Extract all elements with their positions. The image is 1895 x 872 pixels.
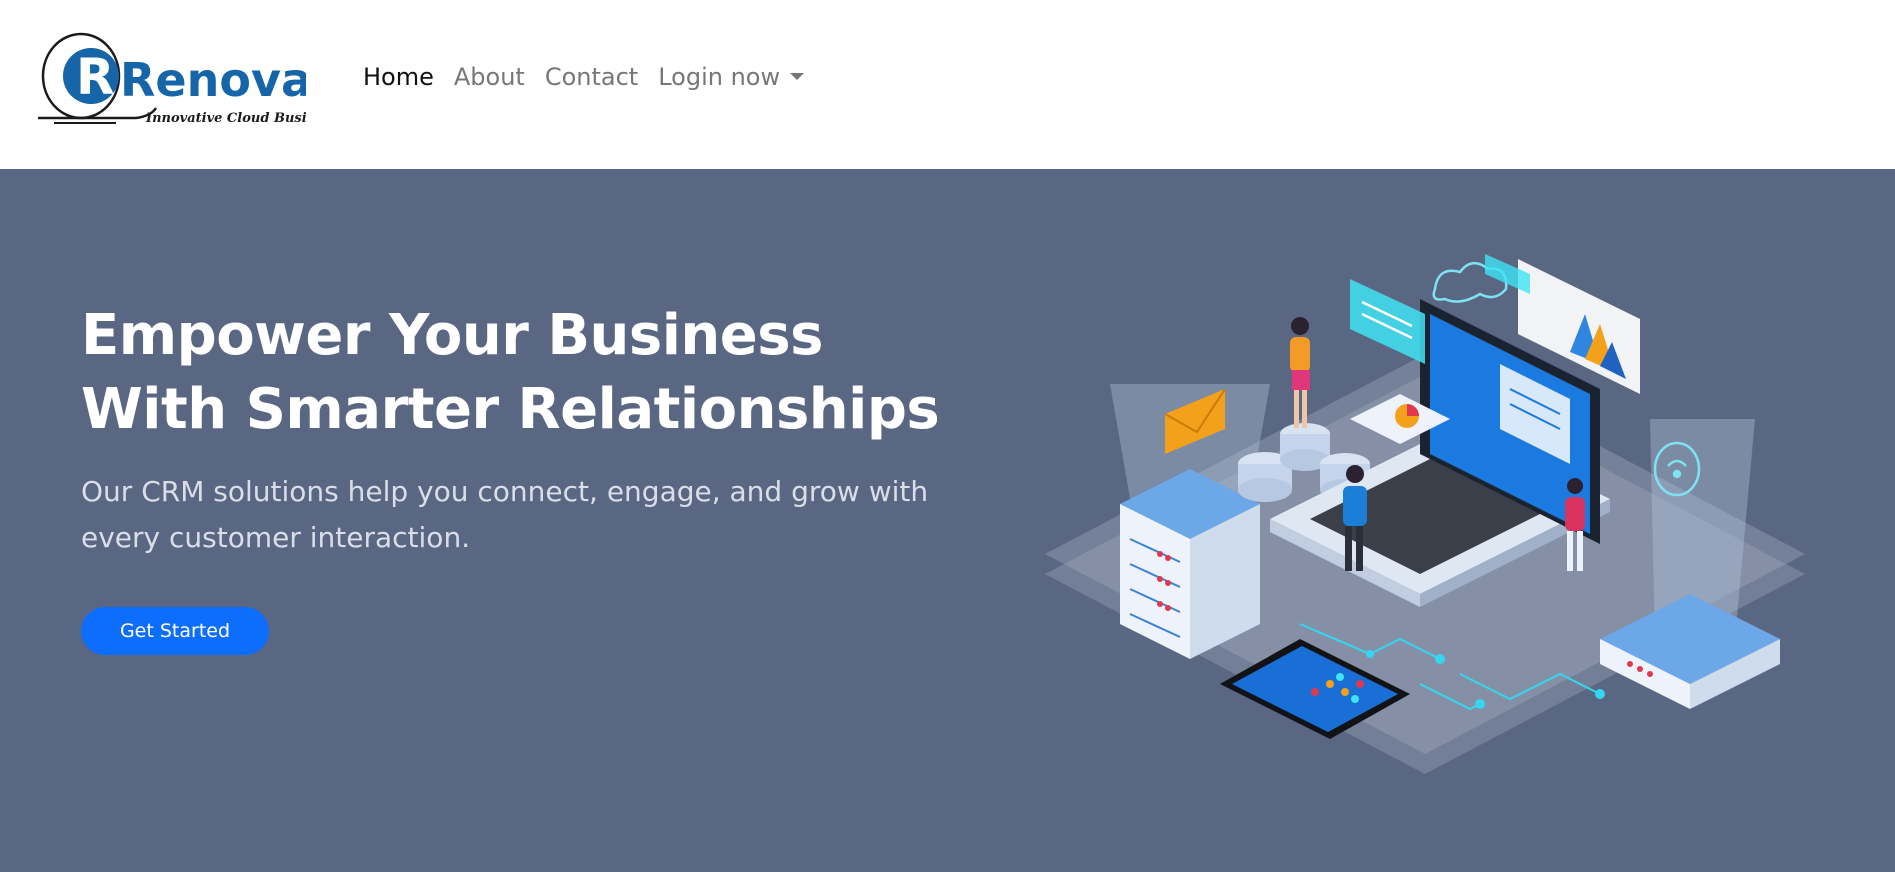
hero-section: Empower Your Business With Smarter Relat… [0, 169, 1895, 872]
navbar: R Renova Innovative Cloud Business Home … [0, 0, 1895, 169]
logo-tagline: Innovative Cloud Business [145, 111, 306, 126]
main-nav: Home About Contact Login now [363, 63, 824, 91]
chevron-down-icon [790, 72, 805, 80]
isometric-cloud-crm-illustration [1045, 254, 1805, 774]
hero-subtitle: Our CRM solutions help you connect, enga… [81, 475, 929, 554]
hero-title: Empower Your Business With Smarter Relat… [81, 299, 940, 447]
nav-contact-link[interactable]: Contact [545, 63, 638, 91]
logo-wordmark: Renova [120, 53, 306, 107]
hero-title-line-1: Empower Your Business [81, 303, 823, 368]
logo-letter: R [76, 48, 115, 106]
server-rack-icon [1120, 469, 1260, 659]
nav-about-link[interactable]: About [454, 63, 525, 91]
hero-title-line-2: With Smarter Relationships [81, 377, 940, 442]
nav-home-link[interactable]: Home [363, 63, 434, 91]
get-started-button[interactable]: Get Started [81, 607, 269, 655]
data-card-icon [1485, 254, 1530, 294]
nav-login-label: Login now [658, 63, 781, 91]
brand-logo[interactable]: R Renova Innovative Cloud Business [36, 28, 340, 133]
nav-login-dropdown[interactable]: Login now [658, 63, 805, 91]
person-woman-icon [1290, 317, 1310, 428]
message-card-icon [1350, 279, 1425, 364]
logo-graphic: R Renova Innovative Cloud Business [38, 32, 340, 126]
